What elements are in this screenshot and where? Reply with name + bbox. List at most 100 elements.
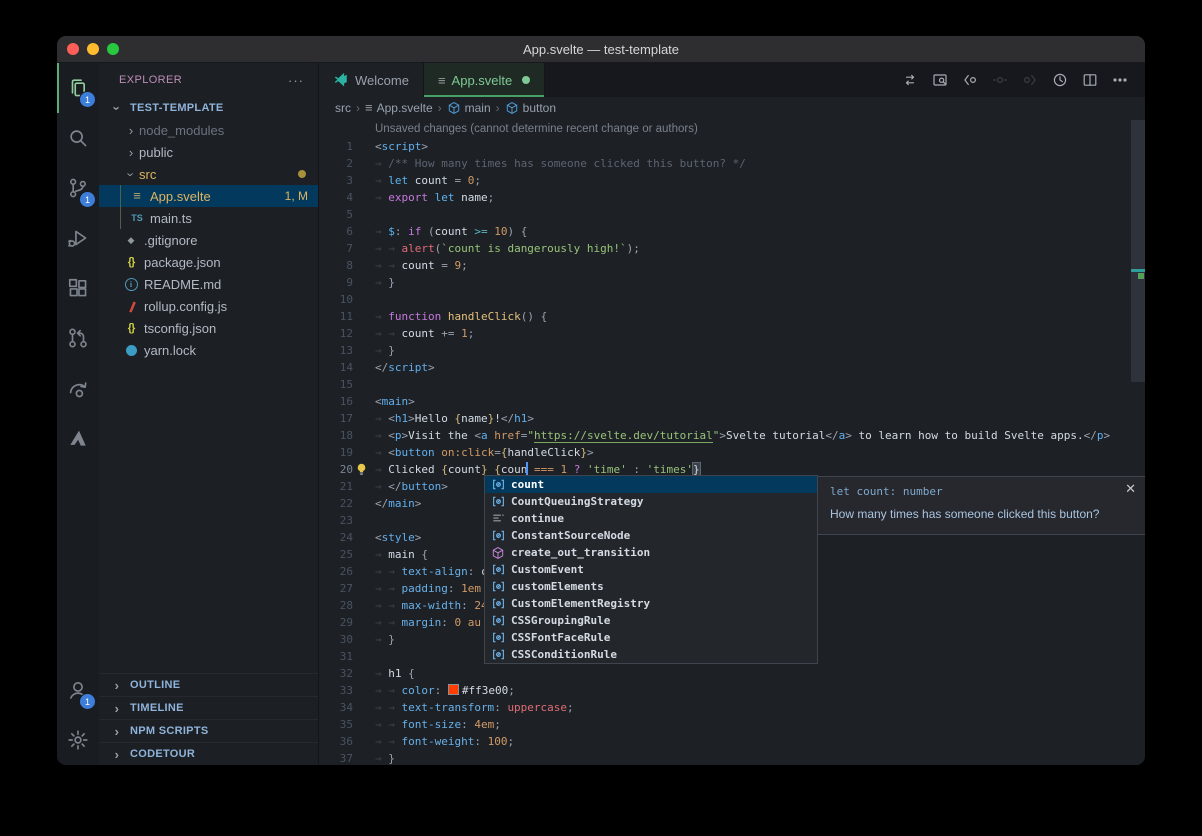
file-history-button[interactable] [1045, 63, 1075, 97]
file-tsconfig.json[interactable]: {}tsconfig.json [99, 317, 318, 339]
activity-settings[interactable] [57, 715, 99, 765]
code-token: p [1097, 429, 1104, 442]
suggest-item-CSSConditionRule[interactable]: CSSConditionRule [485, 646, 817, 663]
code-line[interactable]: 12→→count += 1; [319, 325, 1131, 342]
code-token: h1 [395, 412, 408, 425]
suggest-item-CountQueuingStrategy[interactable]: CountQueuingStrategy [485, 493, 817, 510]
suggest-item-ConstantSourceNode[interactable]: ConstantSourceNode [485, 527, 817, 544]
next-change-button[interactable] [1015, 63, 1045, 97]
code-line[interactable]: 10 [319, 291, 1131, 308]
code-line[interactable]: 34→→text-transform: uppercase; [319, 699, 1131, 716]
code-line[interactable]: 2→/** How many times has someone clicked… [319, 155, 1131, 172]
code-line[interactable]: 13→} [319, 342, 1131, 359]
code-line[interactable]: 5 [319, 206, 1131, 223]
code-line[interactable]: 19→<button on:click={handleClick}> [319, 444, 1131, 461]
more-actions-icon[interactable]: ··· [288, 73, 304, 88]
section-timeline[interactable]: ›TIMELINE [99, 696, 318, 719]
line-number: 15 [319, 376, 353, 393]
compare-changes-button[interactable] [895, 63, 925, 97]
code-line[interactable]: 9→} [319, 274, 1131, 291]
file-yarn.lock[interactable]: yarn.lock [99, 339, 318, 361]
code-token: ; [461, 259, 468, 272]
open-preview-button[interactable] [925, 63, 955, 97]
breadcrumb-item-src[interactable]: src [335, 101, 351, 115]
activity-search[interactable] [57, 113, 99, 163]
activity-live-share[interactable] [57, 363, 99, 413]
code-line[interactable]: 15 [319, 376, 1131, 393]
code-line[interactable]: 14</script> [319, 359, 1131, 376]
breadcrumb-item-button[interactable]: button [505, 101, 556, 115]
more-actions-button[interactable] [1105, 63, 1135, 97]
close-button[interactable] [67, 43, 79, 55]
code-line[interactable]: 16<main> [319, 393, 1131, 410]
activity-github-pull-requests[interactable] [57, 313, 99, 363]
change-button[interactable] [985, 63, 1015, 97]
file-README.md[interactable]: iREADME.md [99, 273, 318, 295]
suggest-item-continue[interactable]: continue [485, 510, 817, 527]
code-token: h1 [388, 667, 408, 680]
suggest-item-CustomElementRegistry[interactable]: CustomElementRegistry [485, 595, 817, 612]
breadcrumb-item-main[interactable]: main [447, 101, 491, 115]
file-public[interactable]: ›public [99, 141, 318, 163]
activity-extensions[interactable] [57, 263, 99, 313]
lightbulb-icon[interactable] [355, 463, 368, 476]
line-number: 3 [319, 172, 353, 189]
code-line[interactable]: 4→export let name; [319, 189, 1131, 206]
tab-whitespace-icon: → [375, 750, 388, 765]
code-line[interactable]: 11→function handleClick() { [319, 308, 1131, 325]
previous-change-button[interactable] [955, 63, 985, 97]
compare-changes-icon [902, 72, 918, 88]
code-line[interactable]: 33→→color: #ff3e00; [319, 682, 1131, 699]
file-node_modules[interactable]: ›node_modules [99, 119, 318, 141]
file-history-icon [1052, 72, 1068, 88]
suggest-item-count[interactable]: count [485, 476, 817, 493]
suggest-item-create_out_transition[interactable]: create_out_transition [485, 544, 817, 561]
scrollbar[interactable] [1131, 119, 1145, 765]
file-rollup.config.js[interactable]: rollup.config.js [99, 295, 318, 317]
code-line[interactable]: 1<script> [319, 138, 1131, 155]
breadcrumb-item-app-svelte[interactable]: ≡App.svelte [365, 101, 433, 115]
file-package.json[interactable]: {}package.json [99, 251, 318, 273]
file-main.ts[interactable]: TSmain.ts [99, 207, 318, 229]
tab-welcome[interactable]: Welcome [319, 63, 424, 97]
breadcrumb: src›≡App.svelte›main›button [319, 97, 1145, 119]
file-.gitignore[interactable]: ◆.gitignore [99, 229, 318, 251]
code-line[interactable]: 8→→count = 9; [319, 257, 1131, 274]
zoom-button[interactable] [107, 43, 119, 55]
file-label: rollup.config.js [144, 299, 227, 314]
split-editor-button[interactable] [1075, 63, 1105, 97]
activity-accounts[interactable]: 1 [57, 665, 99, 715]
scrollbar-thumb[interactable] [1131, 120, 1145, 382]
section-npm-scripts[interactable]: ›NPM SCRIPTS [99, 719, 318, 742]
activity-source-control[interactable]: 1 [57, 163, 99, 213]
activity-bar: 1 1 1 [57, 63, 99, 765]
code-token: { [408, 667, 415, 680]
titlebar[interactable]: App.svelte — test-template [57, 36, 1145, 63]
code-line[interactable]: 6→$: if (count >= 10) { [319, 223, 1131, 240]
code-line[interactable]: 3→let count = 0; [319, 172, 1131, 189]
section-outline[interactable]: ›OUTLINE [99, 673, 318, 696]
code-line[interactable]: 17→<h1>Hello {name}!</h1> [319, 410, 1131, 427]
activity-azure[interactable] [57, 413, 99, 463]
code-token: += [441, 327, 461, 340]
code-area[interactable]: Unsaved changes (cannot determine recent… [319, 119, 1131, 765]
code-line[interactable]: 32→h1 { [319, 665, 1131, 682]
section-codetour[interactable]: ›CODETOUR [99, 742, 318, 765]
code-line[interactable]: 36→→font-weight: 100; [319, 733, 1131, 750]
suggest-item-CustomEvent[interactable]: CustomEvent [485, 561, 817, 578]
code-line[interactable]: 35→→font-size: 4em; [319, 716, 1131, 733]
close-icon[interactable]: ✕ [1125, 481, 1136, 497]
activity-run-debug[interactable] [57, 213, 99, 263]
tab-app-svelte[interactable]: ≡App.svelte [424, 63, 545, 97]
suggest-item-CSSFontFaceRule[interactable]: CSSFontFaceRule [485, 629, 817, 646]
file-App.svelte[interactable]: ≡App.svelte1, M [99, 185, 318, 207]
code-line[interactable]: 18→<p>Visit the <a href="https://svelte.… [319, 427, 1131, 444]
suggest-item-CSSGroupingRule[interactable]: CSSGroupingRule [485, 612, 817, 629]
file-src[interactable]: ›src [99, 163, 318, 185]
code-line[interactable]: 7→→alert(`count is dangerously high!`); [319, 240, 1131, 257]
suggest-item-customElements[interactable]: customElements [485, 578, 817, 595]
activity-explorer[interactable]: 1 [57, 63, 99, 113]
project-root-row[interactable]: ›TEST-TEMPLATE [99, 97, 318, 119]
minimize-button[interactable] [87, 43, 99, 55]
code-line[interactable]: 37→} [319, 750, 1131, 765]
